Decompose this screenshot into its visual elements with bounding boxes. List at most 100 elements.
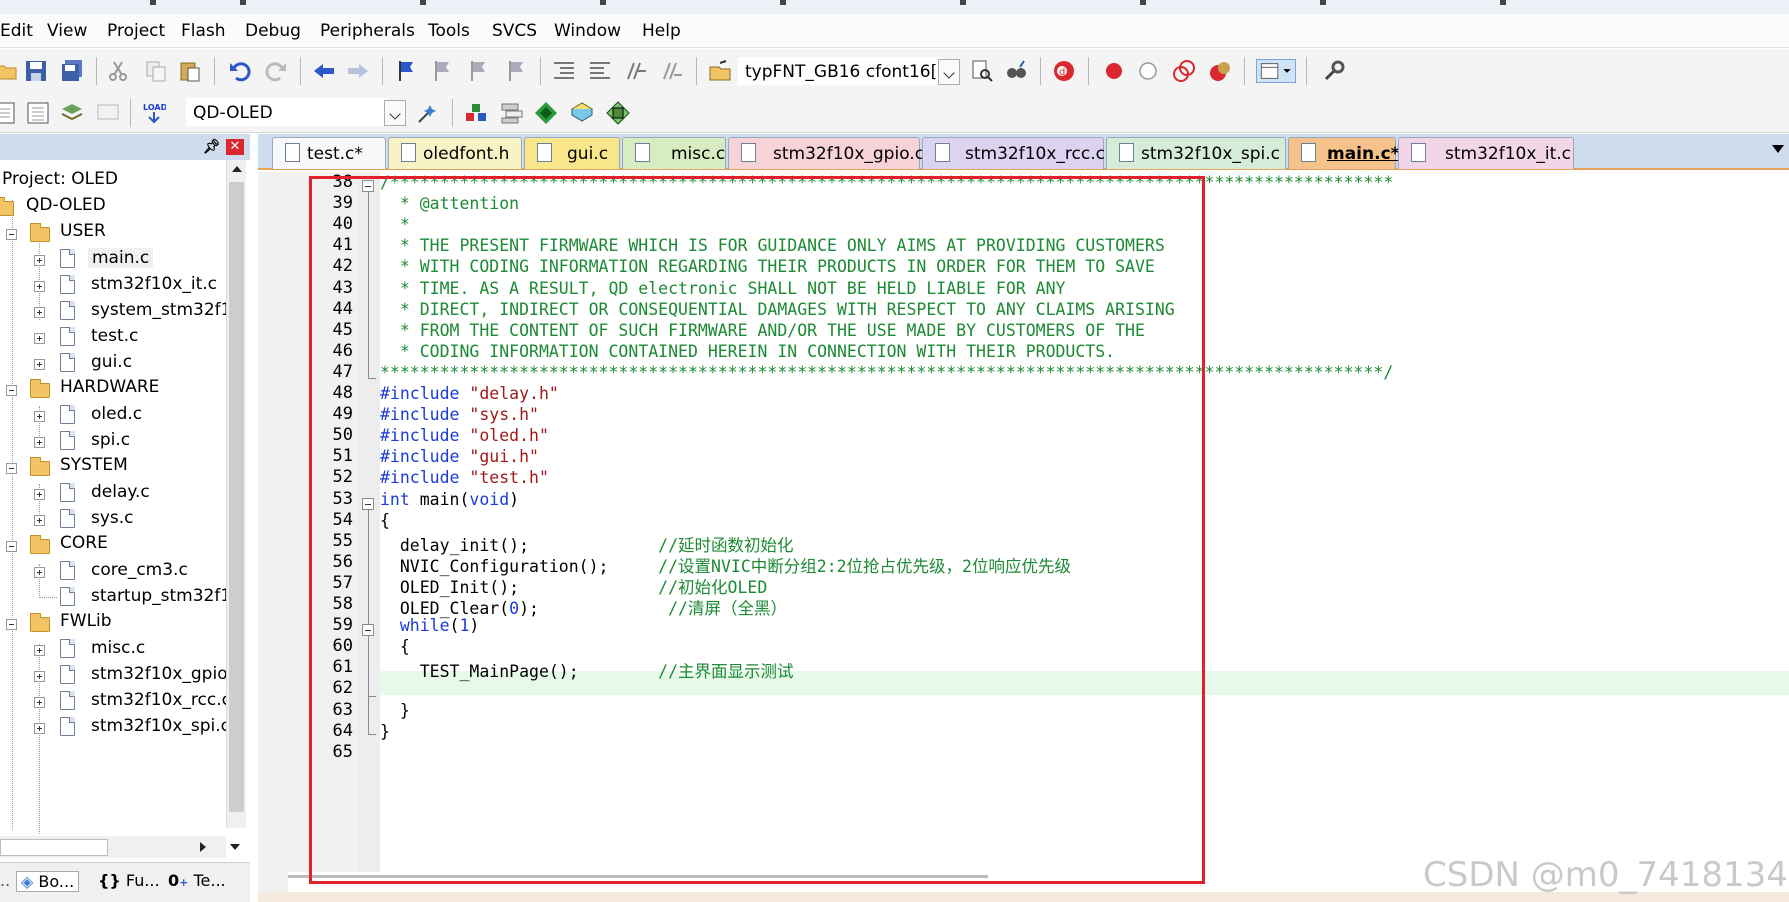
collapse-icon[interactable] [6, 463, 17, 474]
open-folder-icon[interactable] [0, 59, 18, 83]
tree-file[interactable]: system_stm32f10 [0, 298, 226, 324]
redo-icon[interactable] [264, 59, 288, 83]
tree-file[interactable]: delay.c [0, 480, 226, 506]
insert-breakpoint-icon[interactable] [1102, 59, 1126, 83]
tree-file[interactable]: oled.c [0, 402, 226, 428]
tab-misc-c[interactable]: misc.c [622, 137, 726, 169]
tab-list-dropdown-icon[interactable] [1772, 145, 1784, 153]
tab-test-c[interactable]: test.c* [272, 137, 386, 169]
menu-edit[interactable]: Edit [0, 21, 33, 41]
find-icon[interactable] [970, 59, 994, 83]
translate-icon[interactable] [0, 101, 16, 125]
disable-breakpoints-icon[interactable] [1172, 59, 1196, 83]
select-packs-icon[interactable] [534, 101, 558, 125]
enable-breakpoint-icon[interactable] [1136, 59, 1160, 83]
tree-file[interactable]: stm32f10x_rcc.c [0, 688, 231, 714]
batch-build-icon[interactable] [96, 101, 120, 125]
tree-file[interactable]: stm32f10x_spi.c [0, 714, 230, 740]
tree-group-hardware[interactable]: HARDWARE [0, 376, 226, 402]
window-layout-icon[interactable] [1256, 59, 1296, 83]
menu-tools[interactable]: Tools [428, 21, 470, 41]
tree-file[interactable]: gui.c [0, 350, 226, 376]
configure-icon[interactable] [1322, 59, 1346, 83]
copy-icon[interactable] [144, 59, 168, 83]
tab-main-c[interactable]: main.c* [1288, 137, 1400, 169]
menu-debug[interactable]: Debug [245, 21, 301, 41]
file-extensions-icon[interactable] [500, 101, 524, 125]
scroll-down-icon[interactable] [230, 844, 240, 850]
tree-file[interactable]: stm32f10x_gpio. [0, 662, 226, 688]
tab-oledfont-h[interactable]: oledfont.h [388, 137, 522, 169]
expand-icon[interactable] [34, 307, 45, 318]
tree-file[interactable]: misc.c [0, 636, 226, 662]
tab-project-partial[interactable]: .. [0, 871, 10, 890]
expand-icon[interactable] [34, 723, 45, 734]
tree-file[interactable]: startup_stm32f10 [0, 584, 226, 610]
bookmark-next-icon[interactable] [466, 59, 490, 83]
menu-flash[interactable]: Flash [181, 21, 226, 41]
scroll-right-icon[interactable] [200, 842, 206, 852]
collapse-icon[interactable] [6, 619, 17, 630]
bookmark-toggle-icon[interactable] [394, 59, 418, 83]
undo-icon[interactable] [228, 59, 252, 83]
incremental-find-icon[interactable] [1004, 59, 1028, 83]
menu-project[interactable]: Project [107, 21, 165, 41]
target-select-dropdown[interactable] [384, 100, 406, 126]
scroll-thumb[interactable] [0, 839, 108, 856]
expand-icon[interactable] [34, 489, 45, 500]
expand-icon[interactable] [34, 411, 45, 422]
navigate-back-icon[interactable] [312, 59, 336, 83]
expand-icon[interactable] [34, 255, 45, 266]
tab-functions[interactable]: {} Fu... [98, 871, 160, 890]
cut-icon[interactable] [106, 59, 130, 83]
expand-icon[interactable] [34, 359, 45, 370]
collapse-icon[interactable] [6, 385, 17, 396]
tree-file[interactable]: core_cm3.c [0, 558, 226, 584]
tree-file-main-c[interactable]: main.c [0, 246, 226, 272]
tree-group-user[interactable]: USER [0, 220, 226, 246]
tab-gui-c[interactable]: gui.c [524, 137, 620, 169]
comment-icon[interactable] [624, 59, 648, 83]
kill-breakpoints-icon[interactable] [1208, 59, 1232, 83]
tree-group-fwlib[interactable]: FWLib [0, 610, 226, 636]
expand-icon[interactable] [34, 437, 45, 448]
expand-icon[interactable] [34, 515, 45, 526]
build-icon[interactable] [26, 101, 50, 125]
project-panel-vscrollbar[interactable] [226, 160, 246, 828]
save-icon[interactable] [24, 59, 48, 83]
save-all-icon[interactable] [60, 59, 84, 83]
run-time-environment-icon[interactable] [606, 101, 630, 125]
find-combo-dropdown[interactable] [938, 59, 960, 85]
tab-templates[interactable]: 0+ Te... [168, 871, 226, 890]
pin-icon[interactable]: 📌︎ [203, 139, 221, 155]
pack-installer-icon[interactable] [570, 101, 594, 125]
target-options-icon[interactable] [416, 101, 440, 125]
expand-icon[interactable] [34, 281, 45, 292]
tree-file[interactable]: spi.c [0, 428, 226, 454]
target-select[interactable]: QD-OLED [186, 98, 386, 126]
project-panel-hscrollbar[interactable] [0, 836, 240, 858]
bookmark-previous-icon[interactable] [430, 59, 454, 83]
menu-window[interactable]: Window [554, 21, 621, 41]
menu-peripherals[interactable]: Peripherals [320, 21, 415, 41]
tab-stm32f10x-it-c[interactable]: stm32f10x_it.c [1398, 137, 1574, 169]
collapse-icon[interactable] [6, 229, 17, 240]
close-panel-button[interactable]: ✕ [226, 139, 244, 155]
tree-group-system[interactable]: SYSTEM [0, 454, 226, 480]
start-debug-icon[interactable]: d [1052, 59, 1076, 83]
tab-stm32f10x-spi-c[interactable]: stm32f10x_spi.c [1106, 137, 1286, 169]
bookmark-clear-icon[interactable] [504, 59, 528, 83]
expand-icon[interactable] [34, 697, 45, 708]
paste-icon[interactable] [178, 59, 202, 83]
find-combo[interactable]: typFNT_GB16 cfont16[] [738, 57, 944, 85]
tree-file[interactable]: test.c [0, 324, 226, 350]
find-in-files-icon[interactable] [708, 59, 732, 83]
expand-icon[interactable] [34, 645, 45, 656]
tab-stm32f10x-gpio-c[interactable]: stm32f10x_gpio.c [728, 137, 924, 169]
menu-help[interactable]: Help [642, 21, 681, 41]
rebuild-icon[interactable] [60, 101, 84, 125]
collapse-icon[interactable] [6, 541, 17, 552]
manage-project-icon[interactable] [464, 101, 488, 125]
uncomment-icon[interactable] [660, 59, 684, 83]
menu-view[interactable]: View [47, 21, 87, 41]
